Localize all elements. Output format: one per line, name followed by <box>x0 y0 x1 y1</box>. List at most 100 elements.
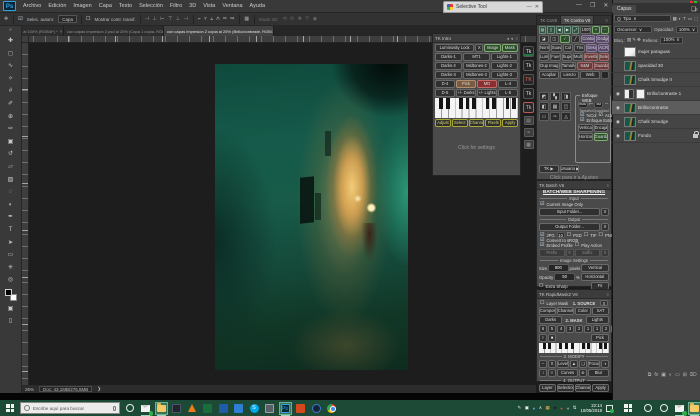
blend-luminosity-button[interactable]: Lum <box>539 53 549 61</box>
new-doc-icon[interactable]: ▯ <box>547 26 554 34</box>
subtract-button[interactable]: – <box>539 360 547 368</box>
tk-panel-icon-1[interactable]: Tk <box>523 46 534 57</box>
tab-close-icon[interactable]: × <box>60 29 63 34</box>
contrast-icon[interactable]: ◧ <box>539 102 549 111</box>
embed-profile-checkbox-label[interactable]: Embed Profile <box>546 243 572 248</box>
dodge-burn-icon[interactable]: ▚ <box>550 92 560 101</box>
mask-level-2l[interactable]: 2 <box>602 325 610 333</box>
video-app-icon[interactable] <box>171 403 182 414</box>
l5-button[interactable]: L-5 <box>498 89 518 97</box>
layer-row-fondo[interactable]: ◉ Fondo <box>612 129 700 143</box>
action-center-icon[interactable] <box>606 405 613 412</box>
brush-tool-icon[interactable]: ✑ <box>4 123 18 136</box>
gradient-tool-icon[interactable]: ▨ <box>4 174 18 187</box>
output-apply-button[interactable]: Apply <box>592 384 609 392</box>
file-explorer-icon[interactable] <box>156 403 167 414</box>
mask-level-3d[interactable]: 3 <box>566 325 574 333</box>
sat-button[interactable]: SAT <box>592 307 609 315</box>
fullscreen-icon[interactable]: ⤢ <box>572 26 579 34</box>
next-icon[interactable]: ▶ <box>564 26 571 34</box>
current-image-only-checkbox-label[interactable]: Current Image Only <box>546 202 583 207</box>
new-layer-icon[interactable]: ⊞ <box>683 372 687 378</box>
tab-tk-cov6[interactable]: TK CoV6 <box>537 16 561 24</box>
eraser-tool-icon[interactable]: ▱ <box>4 161 18 174</box>
open-icon[interactable]: ▤ <box>539 26 546 34</box>
acr-button[interactable]: ACR <box>598 44 609 52</box>
layer-mask-thumbnail[interactable] <box>636 89 645 99</box>
square-button[interactable]: ■ <box>548 334 556 342</box>
x-button[interactable]: X <box>548 360 556 368</box>
input-folder-button[interactable]: Input Folder... <box>539 208 600 216</box>
filter-icons[interactable]: ▦ <box>673 16 677 22</box>
l4-button[interactable]: L-4 <box>498 80 518 88</box>
select-button[interactable]: Selecc <box>599 53 609 61</box>
blend-softlight-button[interactable]: Suave <box>551 44 562 52</box>
mask-icon[interactable]: ◩ <box>539 92 549 101</box>
new-group-icon[interactable]: ▭ <box>675 372 680 378</box>
tab-capas[interactable]: Capas <box>612 5 636 13</box>
menu-edicion[interactable]: Edición <box>48 3 66 9</box>
layer-row-opacidad-30[interactable]: opacidad 30 <box>612 59 700 73</box>
invert-button[interactable]: Invertir <box>584 53 598 61</box>
add-mask-icon[interactable]: ▣ <box>661 372 666 378</box>
network-icon[interactable]: ⇅ <box>573 405 577 411</box>
layer-thumbnail[interactable] <box>624 75 636 85</box>
grid-button[interactable]: ▦ <box>244 16 250 22</box>
focus-button[interactable]: Focus <box>588 360 600 368</box>
eyedropper-tool-icon[interactable]: ✐ <box>4 98 18 111</box>
start-button-monitor2[interactable] <box>624 404 632 412</box>
eye-icon[interactable]: ◉ <box>614 105 622 111</box>
mt1-button[interactable]: MT1 <box>463 53 490 61</box>
distribute-buttons[interactable]: ⫦ ⫧ ⫨ ⫛ ⫤ ⫥ <box>198 16 236 22</box>
vignette-icon[interactable]: ◨ <box>561 92 571 101</box>
blend-super-button[interactable]: Super <box>562 53 572 61</box>
opacity-field[interactable]: 50 <box>554 273 575 281</box>
filter-adjustment-icon[interactable]: ◐ <box>679 16 682 21</box>
m2-file-explorer-icon[interactable] <box>689 403 700 414</box>
m2-mail-icon[interactable] <box>674 403 685 414</box>
layer-thumbnail[interactable] <box>624 103 636 113</box>
prefix-field[interactable]: Prefix <box>539 249 565 257</box>
pixels-button[interactable]: Pixels <box>485 119 501 127</box>
task-view-button[interactable] <box>125 403 136 414</box>
layer-name[interactable]: opacidad 30 <box>638 63 663 68</box>
output-layer-button[interactable]: Layer <box>539 384 556 392</box>
contrast-button[interactable]: ◑ <box>601 360 609 368</box>
tk-panel-icon-3[interactable]: TK <box>523 74 534 85</box>
tk-panel-icon-4[interactable]: Tk <box>523 88 534 99</box>
eye-icon[interactable]: ◉ <box>614 133 622 139</box>
user-menu-button[interactable]: Usuario ▶ <box>560 165 580 173</box>
up-button[interactable]: ▲ <box>570 360 578 368</box>
volume-icon[interactable]: ◖ <box>566 406 569 411</box>
panel-menu-icon[interactable]: ≡ <box>516 36 518 41</box>
orange-app-icon[interactable] <box>295 403 306 414</box>
white-brush-icon[interactable]: ◫ <box>550 35 560 43</box>
darks-3-button[interactable]: Darks-3 <box>435 71 462 79</box>
luminosity-lock-button[interactable]: Luminosity Lock <box>435 44 474 52</box>
web-value-field[interactable] <box>601 71 609 79</box>
adjust-button[interactable]: Adjust <box>435 119 451 127</box>
maximize-button[interactable]: ❐ <box>590 2 595 9</box>
selective-tool-window[interactable]: Selective Tool —✕ <box>443 1 543 13</box>
add-button[interactable]: ⊕ <box>579 369 587 377</box>
output-selection-button[interactable]: Selection <box>557 384 574 392</box>
blue-app-icon-1[interactable] <box>218 403 229 414</box>
frame-icon[interactable]: ◫ <box>561 102 571 111</box>
layer-mask-checkbox-label[interactable]: Layer Mask <box>546 301 568 306</box>
apply-button[interactable]: Apply <box>502 119 518 127</box>
blur-button[interactable]: Blur <box>588 369 609 377</box>
menu-capa[interactable]: Capa <box>99 3 112 9</box>
fit-button[interactable]: Encajar <box>594 124 609 132</box>
image-button[interactable]: Image <box>484 44 500 52</box>
triangle-icon[interactable]: ◬ <box>561 112 571 121</box>
save-button[interactable]: Guardar <box>594 62 609 70</box>
mask-button[interactable]: Mask <box>502 44 518 52</box>
black-brush-icon[interactable]: ◪ <box>539 35 549 43</box>
panel-menu-icon[interactable]: ≡ <box>603 16 611 24</box>
lasso-tool-icon[interactable]: ∿ <box>4 60 18 73</box>
tablet-tray-icon[interactable]: ▣ <box>525 405 529 411</box>
tif-checkbox-label[interactable]: TIF <box>590 233 596 238</box>
lights-2-button[interactable]: Lights-2 <box>491 62 518 70</box>
horizontal-button[interactable]: Horizontal <box>578 133 593 141</box>
mask-level-5d[interactable]: 5 <box>548 325 556 333</box>
